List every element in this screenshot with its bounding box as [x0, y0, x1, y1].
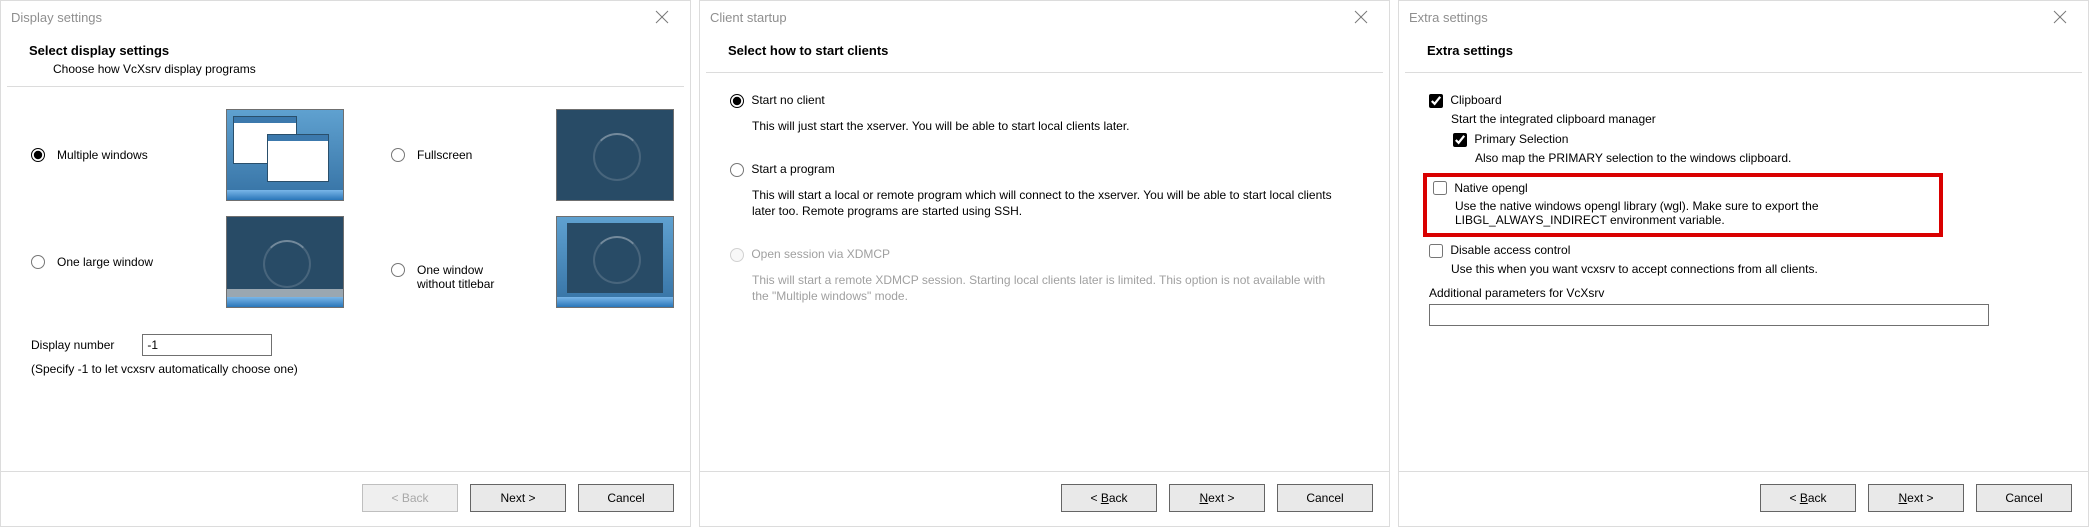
close-button[interactable]	[642, 3, 682, 31]
checkbox-description: Use this when you want vcxsrv to accept …	[1451, 262, 2058, 276]
close-icon	[1354, 10, 1368, 24]
radio-start-a-program-block: Start a program This will start a local …	[730, 162, 1359, 219]
thumbnail-one-window-without-titlebar	[556, 216, 674, 308]
radio-label: One large window	[57, 255, 153, 269]
option-description: This will just start the xserver. You wi…	[752, 118, 1342, 134]
back-button[interactable]: < Back	[1061, 484, 1157, 512]
radio-start-a-program[interactable]: Start a program	[730, 162, 835, 176]
page-subtitle: Choose how VcXsrv display programs	[53, 62, 672, 76]
radio-label: Multiple windows	[57, 148, 148, 162]
page-title: Select how to start clients	[728, 43, 1371, 58]
radio-xdmcp-block: Open session via XDMCP This will start a…	[730, 247, 1359, 304]
checkbox-description: Also map the PRIMARY selection to the wi…	[1475, 151, 2058, 165]
wizard-footer: < Back Next > Cancel	[700, 471, 1389, 526]
radio-input-xdmcp	[730, 248, 744, 262]
radio-start-no-client[interactable]: Start no client	[730, 93, 825, 107]
checkbox-native-opengl[interactable]: Native opengl	[1433, 181, 1528, 195]
window-title: Display settings	[11, 10, 102, 25]
checkbox-input-clipboard[interactable]	[1429, 94, 1443, 108]
dialog-client-startup: Client startup Select how to start clien…	[699, 0, 1390, 527]
titlebar: Client startup	[700, 1, 1389, 33]
checkbox-label: Clipboard	[1450, 93, 1501, 107]
checkbox-label: Disable access control	[1450, 243, 1570, 257]
cancel-button[interactable]: Cancel	[1976, 484, 2072, 512]
thumbnail-fullscreen	[556, 109, 674, 201]
wizard-header: Select display settings Choose how VcXsr…	[1, 33, 690, 86]
next-button[interactable]: Next >	[1868, 484, 1964, 512]
display-number-label: Display number	[31, 338, 114, 352]
radio-label: Start no client	[751, 93, 824, 107]
cancel-button[interactable]: Cancel	[1277, 484, 1373, 512]
wizard-footer: < Back Next > Cancel	[1399, 471, 2088, 526]
cancel-button[interactable]: Cancel	[578, 484, 674, 512]
radio-input-multiple-windows[interactable]	[31, 148, 45, 162]
radio-xdmcp: Open session via XDMCP	[730, 247, 890, 261]
radio-label: Open session via XDMCP	[751, 247, 890, 261]
window-title: Client startup	[710, 10, 787, 25]
window-title: Extra settings	[1409, 10, 1488, 25]
checkbox-disable-access-control[interactable]: Disable access control	[1429, 243, 1570, 257]
checkbox-clipboard[interactable]: Clipboard	[1429, 93, 1502, 107]
back-button[interactable]: < Back	[1760, 484, 1856, 512]
next-button[interactable]: Next >	[1169, 484, 1265, 512]
radio-input-start-a-program[interactable]	[730, 163, 744, 177]
option-description: This will start a local or remote progra…	[752, 187, 1342, 219]
thumbnail-multiple-windows	[226, 109, 344, 201]
checkbox-primary-selection-block: Primary Selection Also map the PRIMARY s…	[1453, 132, 2058, 165]
radio-input-fullscreen[interactable]	[391, 148, 405, 162]
checkbox-disable-access-control-block: Disable access control Use this when you…	[1429, 243, 2058, 276]
back-button[interactable]: < Back	[362, 484, 458, 512]
radio-label: Fullscreen	[417, 148, 472, 162]
checkbox-description: Start the integrated clipboard manager	[1451, 112, 2058, 126]
close-icon	[655, 10, 669, 24]
radio-fullscreen[interactable]: Fullscreen	[391, 148, 556, 162]
radio-input-one-large-window[interactable]	[31, 255, 45, 269]
page-title: Extra settings	[1427, 43, 2070, 58]
checkbox-description: Use the native windows opengl library (w…	[1455, 199, 1933, 227]
radio-start-no-client-block: Start no client This will just start the…	[730, 93, 1359, 134]
dialog-display-settings: Display settings Select display settings…	[0, 0, 691, 527]
additional-params-input[interactable]	[1429, 304, 1989, 326]
close-button[interactable]	[1341, 3, 1381, 31]
dialog-extra-settings: Extra settings Extra settings Clipboard …	[1398, 0, 2089, 527]
highlight-native-opengl: Native opengl Use the native windows ope…	[1423, 173, 1943, 238]
radio-label: Start a program	[751, 162, 834, 176]
radio-one-window-without-titlebar[interactable]: One window without titlebar	[391, 233, 556, 291]
radio-multiple-windows[interactable]: Multiple windows	[31, 148, 226, 162]
checkbox-label: Primary Selection	[1474, 132, 1568, 146]
next-button[interactable]: Next >	[470, 484, 566, 512]
checkbox-label: Native opengl	[1454, 181, 1527, 195]
display-number-input[interactable]	[142, 334, 272, 356]
close-button[interactable]	[2040, 3, 2080, 31]
additional-params-label: Additional parameters for VcXsrv	[1429, 286, 2058, 300]
checkbox-input-native-opengl[interactable]	[1433, 181, 1447, 195]
checkbox-clipboard-block: Clipboard Start the integrated clipboard…	[1429, 93, 2058, 165]
wizard-header: Extra settings	[1399, 33, 2088, 72]
radio-one-large-window[interactable]: One large window	[31, 255, 226, 269]
thumbnail-one-large-window	[226, 216, 344, 308]
radio-input-start-no-client[interactable]	[730, 94, 744, 108]
radio-label: One window without titlebar	[417, 263, 494, 291]
wizard-footer: < Back Next > Cancel	[1, 471, 690, 526]
checkbox-primary-selection[interactable]: Primary Selection	[1453, 132, 1568, 146]
close-icon	[2053, 10, 2067, 24]
page-title: Select display settings	[29, 43, 672, 58]
option-description: This will start a remote XDMCP session. …	[752, 272, 1342, 304]
radio-input-one-window-without-titlebar[interactable]	[391, 263, 405, 277]
display-number-hint: (Specify -1 to let vcxsrv automatically …	[31, 362, 660, 376]
titlebar: Extra settings	[1399, 1, 2088, 33]
titlebar: Display settings	[1, 1, 690, 33]
checkbox-input-primary-selection[interactable]	[1453, 133, 1467, 147]
wizard-header: Select how to start clients	[700, 33, 1389, 72]
checkbox-input-disable-access-control[interactable]	[1429, 244, 1443, 258]
